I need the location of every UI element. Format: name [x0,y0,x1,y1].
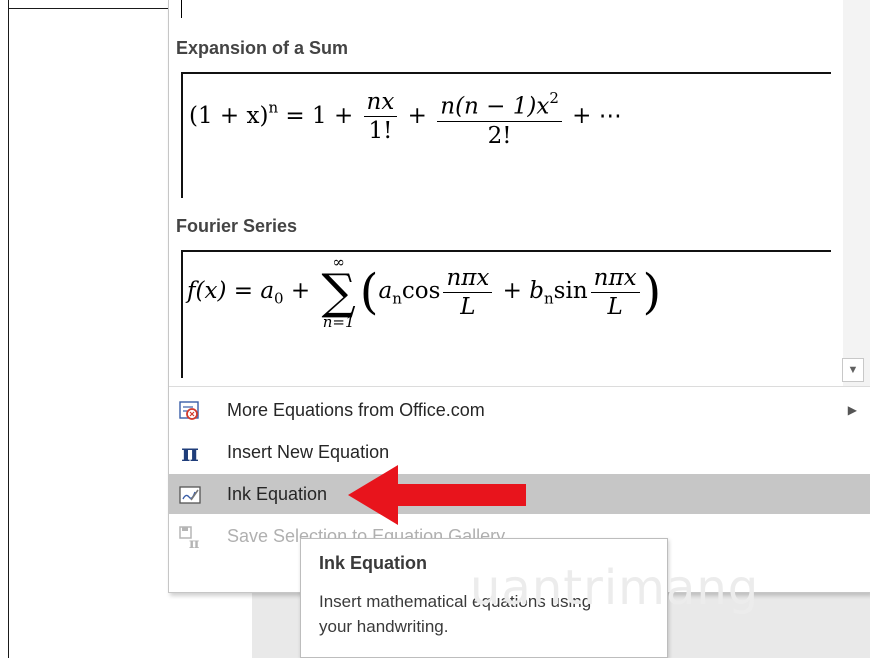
fourier-formula: f(x) = a0 + ∞ ∑ n=1 (ancos nπx L + bnsin nπx L) [187,253,662,331]
red-annotation-arrow [348,465,526,525]
equation-gallery: Expansion of a Sum (1 + x)n = 1 + nx 1! +… [169,0,843,386]
menu-item-label: Insert New Equation [227,442,390,462]
window-left-border [8,0,9,658]
scroll-down-button[interactable]: ▼ [842,358,864,382]
ink-equation-icon [177,482,203,508]
menu-item-label: Ink Equation [227,484,328,504]
menu-divider [169,386,870,387]
section-title-expansion: Expansion of a Sum [176,38,349,58]
chevron-right-icon: ▶ [847,403,857,417]
save-equation-icon: π [177,524,203,552]
tooltip-title: Ink Equation [319,553,427,573]
svg-text:π: π [189,536,199,550]
window-top-border [8,8,170,9]
pi-icon: π [181,438,199,467]
menu-item-more-equations[interactable]: More Equations from Office.com ▶ [169,390,870,430]
previous-equation-edge [181,0,182,18]
equation-expansion-of-sum[interactable]: (1 + x)n = 1 + nx 1! + n(n − 1)x2 2! + ⋯ [181,72,831,198]
equation-fourier-series[interactable]: f(x) = a0 + ∞ ∑ n=1 (ancos nπx L + bnsin nπx L) [181,250,831,378]
gallery-scrollbar[interactable] [843,0,870,386]
office-equations-icon [177,398,203,424]
watermark-text: uantrimang [470,560,760,616]
expansion-formula: (1 + x)n = 1 + nx 1! + n(n − 1)x2 2! + ⋯ [189,84,622,150]
menu-item-label: More Equations from Office.com [227,400,485,420]
section-title-fourier: Fourier Series [176,216,298,236]
